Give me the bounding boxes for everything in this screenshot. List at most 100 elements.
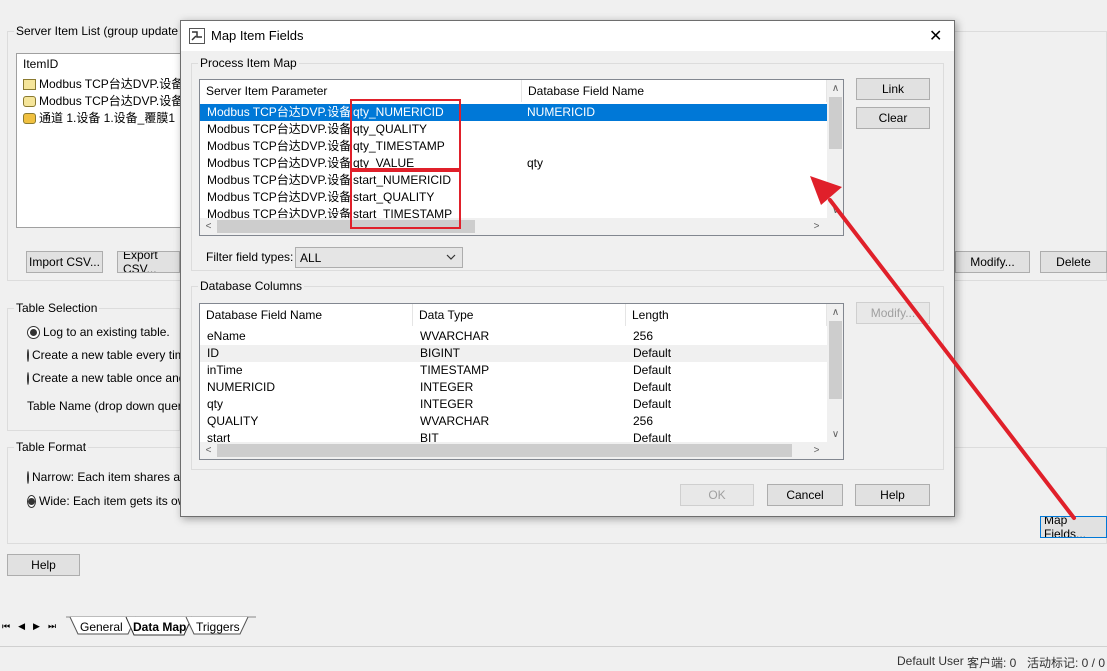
sheet-tab-bar: ⏮ ◀ ▶ ⏭ General Data Map Triggers [0, 614, 1107, 638]
table-format-title: Table Format [14, 440, 89, 454]
itemid-header[interactable]: ItemID [23, 57, 58, 71]
map-row-field: NUMERICID [527, 105, 595, 119]
server-item-label: 通道 1.设备 1.设备_覆膜1 [39, 111, 176, 125]
status-active-tags: 活动标记: 0 / 0 [1027, 656, 1106, 670]
db-row-length: 256 [633, 414, 654, 428]
last-tab-icon[interactable]: ⏭ [48, 621, 56, 632]
server-item-row[interactable]: Modbus TCP台达DVP.设备 1. [23, 76, 185, 93]
filter-field-types-label: Filter field types: [206, 250, 294, 264]
radio-wide-format[interactable]: Wide: Each item gets its own [27, 494, 180, 508]
radio-indicator [27, 348, 29, 362]
map-row-prefix: Modbus TCP台达DVP.设备 1. [207, 105, 351, 119]
db-row-name: NUMERICID [207, 380, 275, 394]
tab-general[interactable]: General [80, 620, 123, 634]
map-list-hscrollbar[interactable]: < > [200, 218, 843, 235]
import-csv-button[interactable]: Import CSV... [26, 251, 103, 273]
scroll-up-icon[interactable]: ∧ [827, 304, 843, 321]
dialog-titlebar[interactable]: Map Item Fields ✕ [181, 21, 954, 51]
delete-item-button[interactable]: Delete [1040, 251, 1107, 273]
scroll-up-icon[interactable]: ∧ [827, 80, 843, 97]
db-row-name: QUALITY [207, 414, 259, 428]
scroll-thumb[interactable] [217, 444, 792, 457]
db-row-length: Default [633, 380, 672, 394]
radio-indicator [27, 470, 29, 484]
first-tab-icon[interactable]: ⏮ [2, 621, 10, 632]
radio-log-existing-table[interactable]: Log to an existing table. [27, 325, 170, 339]
dialog-help-button[interactable]: Help [855, 484, 930, 506]
db-column-row[interactable]: qty INTEGER Default [200, 396, 827, 413]
radio-create-table-every-time[interactable]: Create a new table every tim [27, 348, 180, 362]
scroll-left-icon[interactable]: < [200, 442, 217, 459]
map-row[interactable]: Modbus TCP台达DVP.设备 1. qty_NUMERICID NUMERI… [200, 104, 827, 121]
server-item-group-title: Server Item List (group update rat [14, 24, 198, 38]
app-icon [189, 28, 205, 44]
header-length[interactable]: Length [626, 304, 827, 326]
db-row-type: WVARCHAR [420, 329, 490, 343]
map-row[interactable]: Modbus TCP台达DVP.设备 1. start_QUALITY [200, 189, 827, 206]
link-button[interactable]: Link [856, 78, 930, 100]
status-bar: Default User 客户端: 0 活动标记: 0 / 0 [0, 646, 1107, 670]
radio-label: Create a new table once and [32, 371, 180, 385]
scroll-left-icon[interactable]: < [200, 218, 217, 235]
tab-triggers[interactable]: Triggers [196, 620, 240, 634]
close-icon[interactable]: ✕ [929, 26, 942, 46]
db-row-name: inTime [207, 363, 243, 377]
scroll-down-icon[interactable]: ∨ [827, 426, 843, 443]
cancel-button[interactable]: Cancel [767, 484, 843, 506]
header-db-field-name[interactable]: Database Field Name [200, 304, 413, 326]
scroll-right-icon[interactable]: > [808, 218, 825, 235]
db-column-row[interactable]: inTime TIMESTAMP Default [200, 362, 827, 379]
db-list-vscrollbar[interactable]: ∧ ∨ [827, 304, 843, 444]
map-row[interactable]: Modbus TCP台达DVP.设备 1. qty_QUALITY [200, 121, 827, 138]
radio-narrow-format[interactable]: Narrow: Each item shares a s [27, 470, 180, 484]
tab-nav-buttons: ⏮ ◀ ▶ ⏭ [0, 618, 66, 634]
map-fields-button[interactable]: Map Fields... [1040, 516, 1107, 538]
map-row[interactable]: Modbus TCP台达DVP.设备 1. qty_VALUE qty [200, 155, 827, 172]
db-column-row[interactable]: ID BIGINT Default [200, 345, 827, 362]
process-item-map-list[interactable]: Server Item Parameter Database Field Nam… [199, 79, 844, 236]
header-database-field-name[interactable]: Database Field Name [522, 80, 827, 102]
radio-indicator [27, 325, 40, 339]
prev-tab-icon[interactable]: ◀ [18, 621, 25, 632]
clear-button[interactable]: Clear [856, 107, 930, 129]
export-csv-button[interactable]: Export CSV... [117, 251, 180, 273]
ok-button[interactable]: OK [680, 484, 754, 506]
server-item-row[interactable]: 通道 1.设备 1.设备_覆膜1 [23, 110, 175, 127]
db-list-hscrollbar[interactable]: < > [200, 442, 843, 459]
scroll-thumb[interactable] [829, 321, 842, 399]
header-data-type[interactable]: Data Type [413, 304, 626, 326]
map-row-field: qty [527, 156, 544, 170]
background-help-button[interactable]: Help [7, 554, 80, 576]
db-column-row[interactable]: NUMERICID INTEGER Default [200, 379, 827, 396]
modify-item-button[interactable]: Modify... [955, 251, 1030, 273]
database-columns-list[interactable]: Database Field Name Data Type Length eNa… [199, 303, 844, 460]
server-item-list[interactable]: ItemID Modbus TCP台达DVP.设备 1. Modbus TCP台达… [16, 53, 186, 228]
scroll-thumb[interactable] [829, 97, 842, 149]
db-row-type: INTEGER [420, 397, 474, 411]
server-item-row[interactable]: Modbus TCP台达DVP.设备 1. [23, 93, 186, 110]
scroll-right-icon[interactable]: > [808, 442, 825, 459]
db-modify-button[interactable]: Modify... [856, 302, 930, 324]
map-row-prefix: Modbus TCP台达DVP.设备 1. [207, 156, 351, 170]
db-row-length: 256 [633, 329, 654, 343]
server-item-label: Modbus TCP台达DVP.设备 1. [39, 94, 186, 108]
db-row-type: WVARCHAR [420, 414, 490, 428]
filter-field-types-dropdown[interactable]: ALL [295, 247, 463, 268]
db-row-name: ID [207, 346, 219, 360]
next-tab-icon[interactable]: ▶ [33, 621, 40, 632]
scroll-down-icon[interactable]: ∨ [827, 202, 843, 219]
map-list-vscrollbar[interactable]: ∧ ∨ [827, 80, 843, 220]
tab-data-map[interactable]: Data Map [133, 620, 186, 634]
process-item-map-title: Process Item Map [198, 56, 299, 70]
map-item-fields-dialog: Map Item Fields ✕ Process Item Map Serve… [180, 20, 955, 517]
db-column-row[interactable]: QUALITY WVARCHAR 256 [200, 413, 827, 430]
status-clients: 客户端: 0 [967, 656, 1017, 670]
map-row[interactable]: Modbus TCP台达DVP.设备 1. qty_TIMESTAMP [200, 138, 827, 155]
map-row[interactable]: Modbus TCP台达DVP.设备 1. start_NUMERICID [200, 172, 827, 189]
tag-array-icon [23, 79, 36, 91]
radio-label: Wide: Each item gets its own [39, 494, 180, 508]
map-row-prefix: Modbus TCP台达DVP.设备 1. [207, 122, 351, 136]
radio-create-table-once[interactable]: Create a new table once and [27, 371, 180, 385]
radio-indicator [27, 371, 29, 385]
db-column-row[interactable]: eName WVARCHAR 256 [200, 328, 827, 345]
